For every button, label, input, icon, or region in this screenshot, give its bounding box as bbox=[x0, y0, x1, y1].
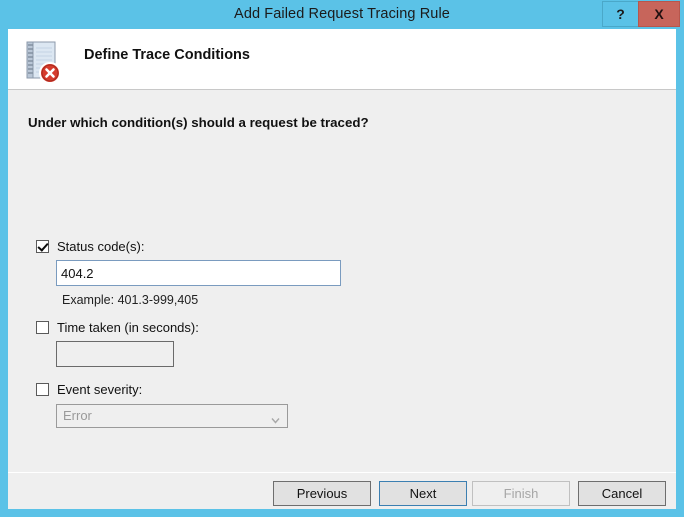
cancel-button[interactable]: Cancel bbox=[578, 481, 666, 506]
title-bar[interactable]: Add Failed Request Tracing Rule ? X bbox=[0, 0, 684, 29]
status-codes-checkbox-row[interactable]: Status code(s): bbox=[36, 238, 144, 254]
help-button[interactable]: ? bbox=[602, 1, 638, 27]
close-button[interactable]: X bbox=[638, 1, 680, 27]
next-button[interactable]: Next bbox=[379, 481, 467, 506]
event-severity-value: Error bbox=[63, 408, 92, 423]
status-codes-checkbox[interactable] bbox=[36, 239, 49, 253]
page-title: Define Trace Conditions bbox=[84, 47, 250, 63]
window-title: Add Failed Request Tracing Rule bbox=[234, 6, 450, 22]
dialog-header: Define Trace Conditions bbox=[8, 29, 676, 90]
status-codes-label: Status code(s): bbox=[57, 238, 145, 254]
document-error-icon bbox=[20, 37, 68, 85]
condition-event-severity: Event severity: Error bbox=[36, 381, 356, 431]
event-severity-label: Event severity: bbox=[57, 381, 143, 397]
status-codes-hint: Example: 401.3-999,405 bbox=[62, 293, 199, 307]
body-question: Under which condition(s) should a reques… bbox=[28, 115, 369, 130]
event-severity-dropdown[interactable]: Error bbox=[56, 404, 288, 428]
event-severity-checkbox[interactable] bbox=[36, 382, 49, 396]
condition-status-codes: Status code(s): Example: 401.3-999,405 bbox=[36, 238, 356, 307]
time-taken-input[interactable] bbox=[56, 341, 174, 367]
dialog-body: Under which condition(s) should a reques… bbox=[8, 90, 676, 472]
dialog-window: Add Failed Request Tracing Rule ? X Defi… bbox=[0, 0, 684, 517]
caption-button-group: ? X bbox=[602, 1, 680, 27]
dialog-footer: Previous Next Finish Cancel bbox=[8, 472, 676, 509]
time-taken-label: Time taken (in seconds): bbox=[57, 319, 199, 335]
condition-time-taken: Time taken (in seconds): bbox=[36, 319, 356, 369]
event-severity-checkbox-row[interactable]: Event severity: bbox=[36, 381, 142, 397]
time-taken-checkbox[interactable] bbox=[36, 320, 49, 334]
time-taken-checkbox-row[interactable]: Time taken (in seconds): bbox=[36, 319, 199, 335]
status-codes-input[interactable] bbox=[56, 260, 341, 286]
finish-button[interactable]: Finish bbox=[472, 481, 570, 506]
chevron-down-icon bbox=[271, 412, 280, 424]
previous-button[interactable]: Previous bbox=[273, 481, 371, 506]
